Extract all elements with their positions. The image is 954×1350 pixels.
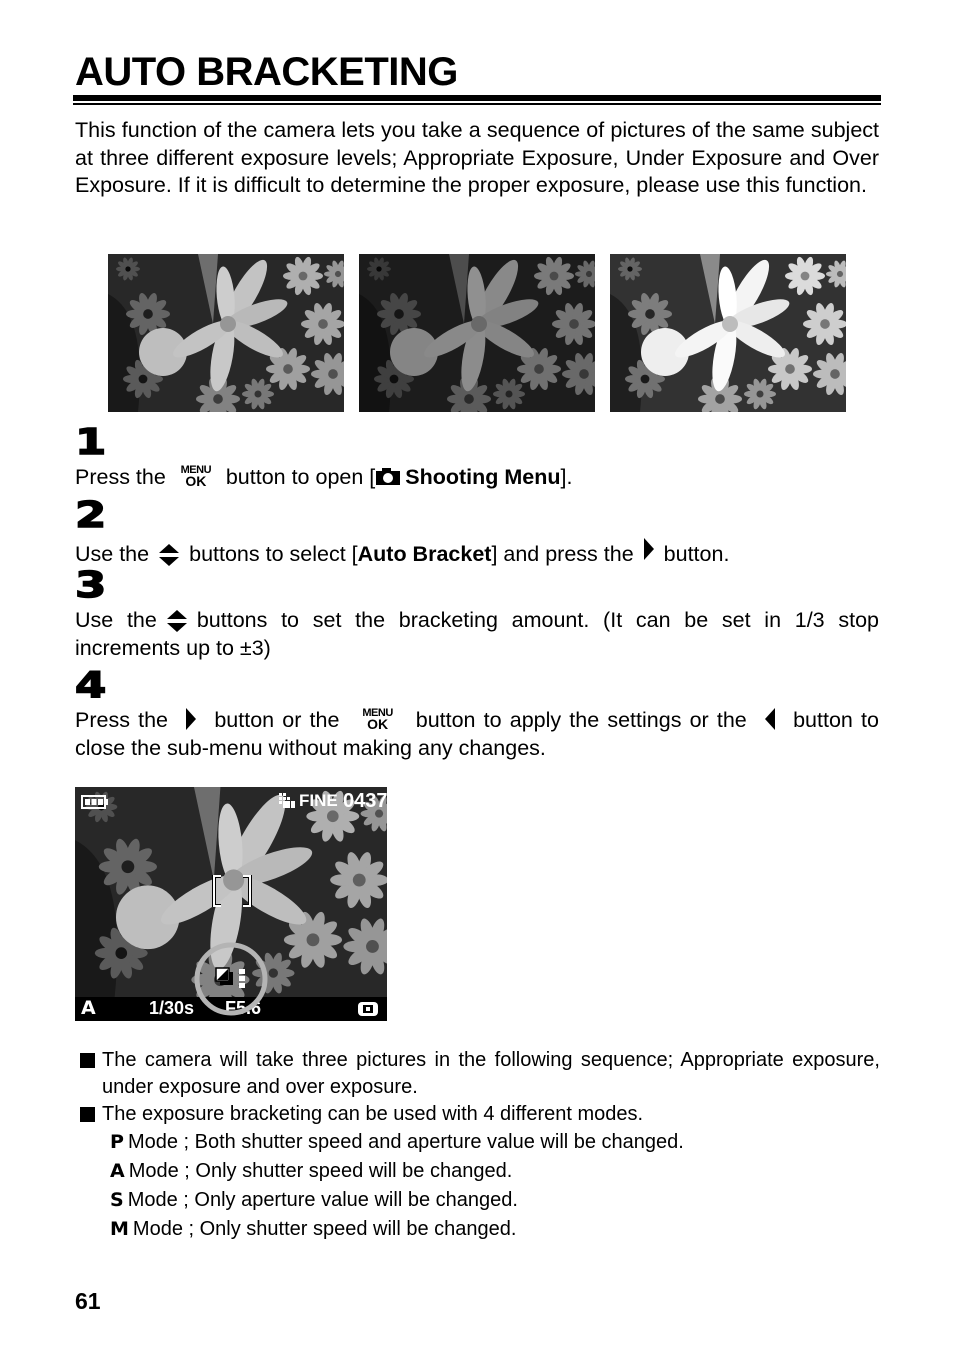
step-4-number: 4 xyxy=(74,665,107,706)
step-1-text: Press the MENU OK button to open [ Shooting … xyxy=(75,464,573,490)
auto-bracket-icon xyxy=(215,967,245,988)
up-down-arrows-icon xyxy=(166,610,187,633)
shutter-speed: 1/30s xyxy=(149,998,195,1018)
step-2-number: 2 xyxy=(74,495,107,536)
metering-icon xyxy=(358,1002,378,1016)
step-3-text: Use the buttons to set the bracketing amo… xyxy=(75,608,879,660)
exposure-photo-strip xyxy=(108,254,848,412)
mode-item-p: P Mode ; Both shutter speed and aperture … xyxy=(110,1131,684,1153)
mode-item-m: M Mode ; Only shutter speed will be chang… xyxy=(110,1218,517,1240)
notes-section: The camera will take three pictures in t… xyxy=(80,1047,880,1244)
shooting-menu-label: Shooting Menu xyxy=(405,465,561,489)
right-arrow-icon xyxy=(186,708,197,730)
camera-lcd-preview: FINE 0437 A 1/30s F5.6 xyxy=(75,787,387,1021)
focus-frame-icon xyxy=(212,875,252,907)
battery-icon xyxy=(81,795,108,809)
menu-ok-icon: MENU OK xyxy=(180,464,212,489)
right-arrow-icon xyxy=(643,538,654,560)
up-down-arrows-icon xyxy=(159,544,180,567)
bullet-square-icon xyxy=(80,1107,95,1122)
camera-icon xyxy=(376,468,401,485)
left-arrow-icon xyxy=(764,708,775,730)
mode-item-a: A Mode ; Only shutter speed will be chang… xyxy=(110,1160,513,1182)
photo-over-exposure xyxy=(610,254,846,412)
step-4-text: Press the button or the MENU OK button to… xyxy=(75,707,879,760)
title-rule-thin xyxy=(73,103,881,105)
title-rule-thick xyxy=(73,95,881,101)
mode-item-s: S Mode ; Only aperture value will be chan… xyxy=(110,1189,518,1211)
page-number: 61 xyxy=(75,1288,101,1314)
quality-indicator: FINE xyxy=(299,791,338,810)
step-1-text-a: Press the xyxy=(75,465,166,489)
intro-paragraph: This function of the camera lets you tak… xyxy=(75,118,879,197)
bullet-square-icon xyxy=(80,1053,95,1068)
auto-bracket-label: Auto Bracket xyxy=(357,542,492,566)
step-1-text-b: button to open [ xyxy=(225,465,376,489)
photo-appropriate-exposure xyxy=(108,254,344,412)
mode-letter: P xyxy=(110,1131,124,1153)
mode-letter: S xyxy=(110,1189,124,1211)
note-item: The exposure bracketing can be used with… xyxy=(80,1101,880,1128)
page-title: AUTO BRACKETING xyxy=(75,50,458,94)
shots-remaining: 0437 xyxy=(343,790,387,812)
mode-letter: M xyxy=(110,1218,129,1240)
mode-letter: A xyxy=(110,1160,125,1182)
menu-ok-icon: MENU OK xyxy=(362,707,393,732)
note-item: The camera will take three pictures in t… xyxy=(80,1047,880,1101)
shooting-mode: A xyxy=(81,997,96,1019)
photo-under-exposure xyxy=(359,254,595,412)
image-size-icon xyxy=(279,793,295,808)
step-2-text: Use the buttons to select [Auto Bracket] … xyxy=(75,537,879,569)
step-3-number: 3 xyxy=(74,565,107,606)
step-1-number: 1 xyxy=(74,422,107,463)
